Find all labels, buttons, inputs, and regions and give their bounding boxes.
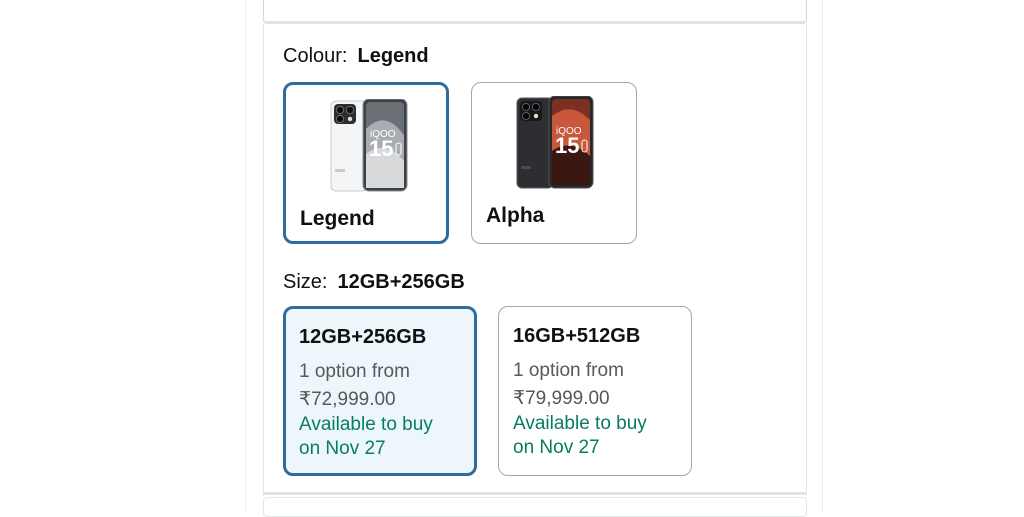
price-text: ₹79,999.00 (513, 388, 610, 409)
offer-count-text: 1 option from (299, 361, 410, 382)
size-option-12gb-256gb[interactable]: 12GB+256GB 1 option from ₹72,999.00 Avai… (283, 306, 477, 476)
size-option-title: 12GB+256GB (299, 326, 427, 348)
next-section-card (263, 497, 807, 517)
size-label-row: Size: 12GB+256GB (283, 271, 465, 294)
size-label: Size: (283, 271, 328, 293)
colour-label: Colour: (283, 45, 348, 67)
availability-text: Available to buy (513, 413, 647, 434)
availability-text: Available to buy (299, 414, 433, 435)
phone-legend-image: iQOO 15 (330, 99, 408, 192)
size-selected-value: 12GB+256GB (337, 271, 465, 293)
size-option-16gb-512gb[interactable]: 16GB+512GB 1 option from ₹79,999.00 Avai… (498, 306, 692, 476)
phone-model-number: 15 (369, 136, 393, 161)
product-options-panel: Colour: Legend iQOO 15 Legend iQOO 15 Al… (245, 0, 823, 517)
availability-date-text: on Nov 27 (299, 438, 386, 459)
colour-option-legend[interactable]: iQOO 15 Legend (283, 82, 449, 244)
size-option-title: 16GB+512GB (513, 325, 641, 347)
offer-count-text: 1 option from (513, 360, 624, 381)
colour-selected-value: Legend (357, 45, 429, 67)
colour-option-alpha[interactable]: iQOO 15 Alpha (471, 82, 637, 244)
phone-alpha-image: iQOO 15 (516, 96, 594, 189)
previous-section-card (263, 0, 807, 24)
phone-model-number: 15 (555, 133, 579, 158)
availability-date-text: on Nov 27 (513, 437, 600, 458)
colour-label-row: Colour: Legend (283, 45, 429, 68)
colour-option-alpha-label: Alpha (486, 204, 545, 227)
price-text: ₹72,999.00 (299, 389, 396, 410)
colour-option-legend-label: Legend (300, 207, 375, 230)
